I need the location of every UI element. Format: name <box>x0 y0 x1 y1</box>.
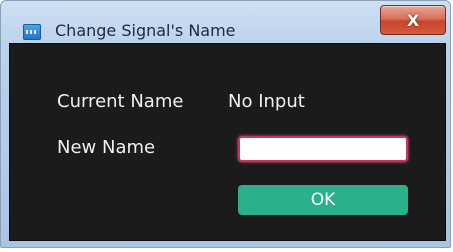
app-icon <box>23 24 41 40</box>
title-bar: Change Signal's Name X <box>1 1 450 41</box>
dialog-content: Current Name No Input New Name OK <box>9 43 446 241</box>
new-name-label: New Name <box>57 137 156 158</box>
current-name-label: Current Name <box>57 91 184 112</box>
close-button[interactable]: X <box>380 5 446 35</box>
current-name-value: No Input <box>228 91 305 112</box>
dialog-window: Change Signal's Name X Current Name No I… <box>0 0 451 248</box>
ok-button[interactable]: OK <box>238 185 408 215</box>
close-icon: X <box>406 10 420 30</box>
window-title: Change Signal's Name <box>55 21 236 40</box>
new-name-input[interactable] <box>238 136 408 162</box>
